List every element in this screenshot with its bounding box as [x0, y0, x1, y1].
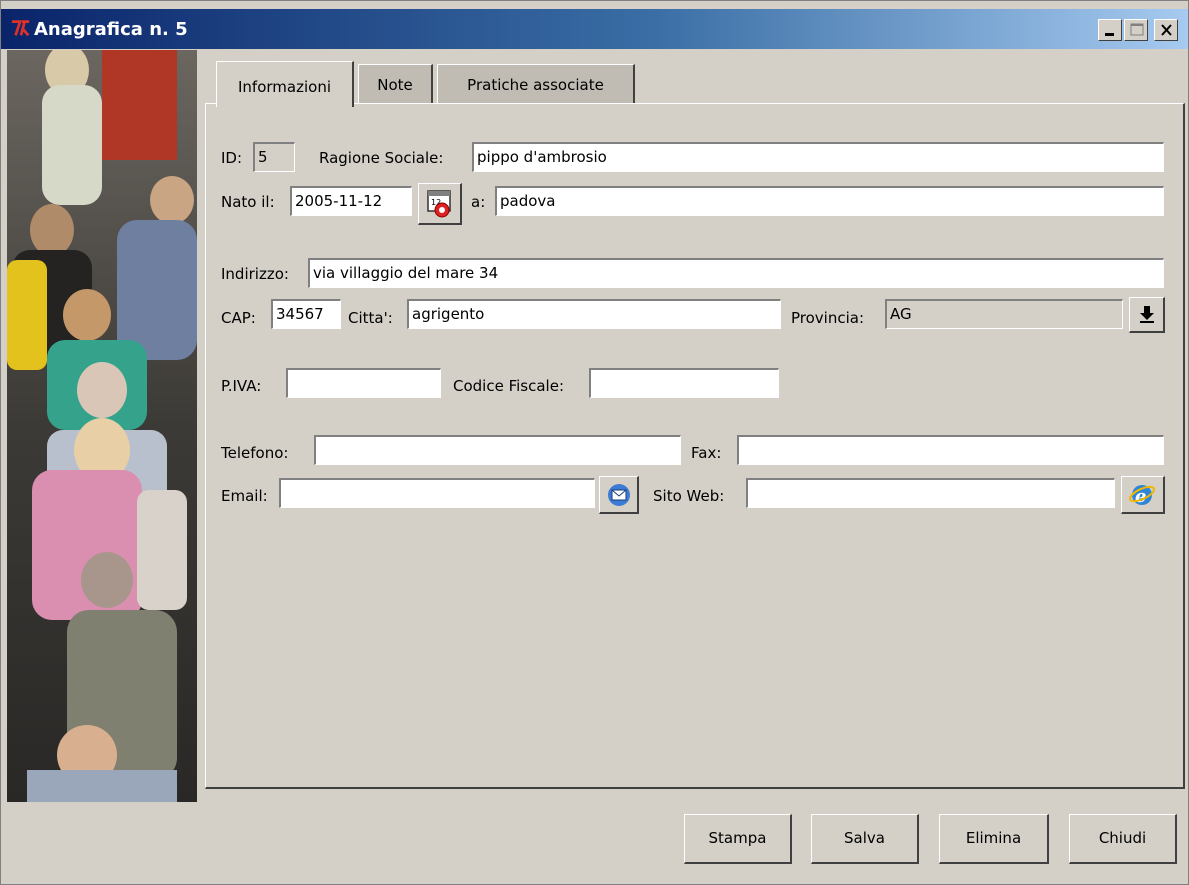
calendar-icon: 12: [427, 190, 451, 218]
dropdown-arrow-icon: [1140, 306, 1154, 323]
chiudi-button[interactable]: Chiudi: [1069, 814, 1177, 864]
app-logo-icon: [11, 20, 30, 37]
indirizzo-field[interactable]: via villaggio del mare 34: [308, 258, 1164, 288]
cap-field[interactable]: 34567: [271, 299, 341, 329]
codice-fiscale-label: Codice Fiscale:: [453, 377, 564, 395]
close-icon: [1161, 24, 1172, 36]
send-email-button[interactable]: [599, 476, 639, 514]
tab-pratiche-associate[interactable]: Pratiche associate: [437, 64, 635, 106]
indirizzo-label: Indirizzo:: [221, 265, 289, 283]
a-label: a:: [471, 193, 486, 211]
citta-field[interactable]: agrigento: [407, 299, 781, 329]
fax-field[interactable]: [737, 435, 1164, 465]
title-bar[interactable]: Anagrafica n. 5: [1, 9, 1188, 49]
luogo-nascita-field[interactable]: padova: [495, 186, 1164, 216]
salva-button[interactable]: Salva: [811, 814, 919, 864]
stampa-button[interactable]: Stampa: [684, 814, 792, 864]
minimize-icon: [1105, 33, 1114, 36]
provincia-field[interactable]: AG: [885, 299, 1123, 329]
provincia-dropdown-button[interactable]: [1129, 297, 1165, 333]
close-button[interactable]: [1154, 19, 1178, 41]
send-email-icon: [608, 484, 630, 506]
provincia-label: Provincia:: [791, 309, 865, 327]
cap-label: CAP:: [221, 309, 256, 327]
internet-explorer-icon: e: [1129, 485, 1155, 507]
sito-web-label: Sito Web:: [653, 487, 725, 505]
maximize-button[interactable]: [1124, 19, 1148, 41]
tab-informazioni[interactable]: Informazioni: [216, 61, 354, 107]
maximize-icon: [1130, 23, 1144, 36]
piva-field[interactable]: [286, 368, 441, 398]
nato-il-field[interactable]: 2005-11-12: [290, 186, 412, 216]
citta-label: Citta':: [348, 309, 393, 327]
id-label: ID:: [221, 149, 243, 167]
elimina-button[interactable]: Elimina: [939, 814, 1049, 864]
email-label: Email:: [221, 487, 268, 505]
sito-web-field[interactable]: [746, 478, 1115, 508]
email-field[interactable]: [279, 478, 595, 508]
crowd-photo: [7, 50, 197, 802]
codice-fiscale-field[interactable]: [589, 368, 779, 398]
fax-label: Fax:: [691, 444, 722, 462]
telefono-field[interactable]: [314, 435, 681, 465]
open-website-button[interactable]: e: [1121, 476, 1165, 514]
tab-informazioni-label: Informazioni: [238, 78, 331, 96]
tab-note-label: Note: [377, 76, 413, 94]
tab-pratiche-label: Pratiche associate: [467, 76, 604, 94]
nato-il-label: Nato il:: [221, 193, 275, 211]
id-field: 5: [253, 142, 295, 172]
telefono-label: Telefono:: [221, 444, 289, 462]
ragione-sociale-field[interactable]: pippo d'ambrosio: [472, 142, 1164, 172]
calendar-button[interactable]: 12: [418, 183, 462, 225]
minimize-button[interactable]: [1098, 19, 1122, 41]
tab-note[interactable]: Note: [358, 64, 433, 106]
piva-label: P.IVA:: [221, 377, 262, 395]
window-title: Anagrafica n. 5: [34, 19, 188, 40]
window: Anagrafica n. 5 Informazioni Note Pratic…: [0, 0, 1189, 885]
ragione-sociale-label: Ragione Sociale:: [319, 149, 444, 167]
